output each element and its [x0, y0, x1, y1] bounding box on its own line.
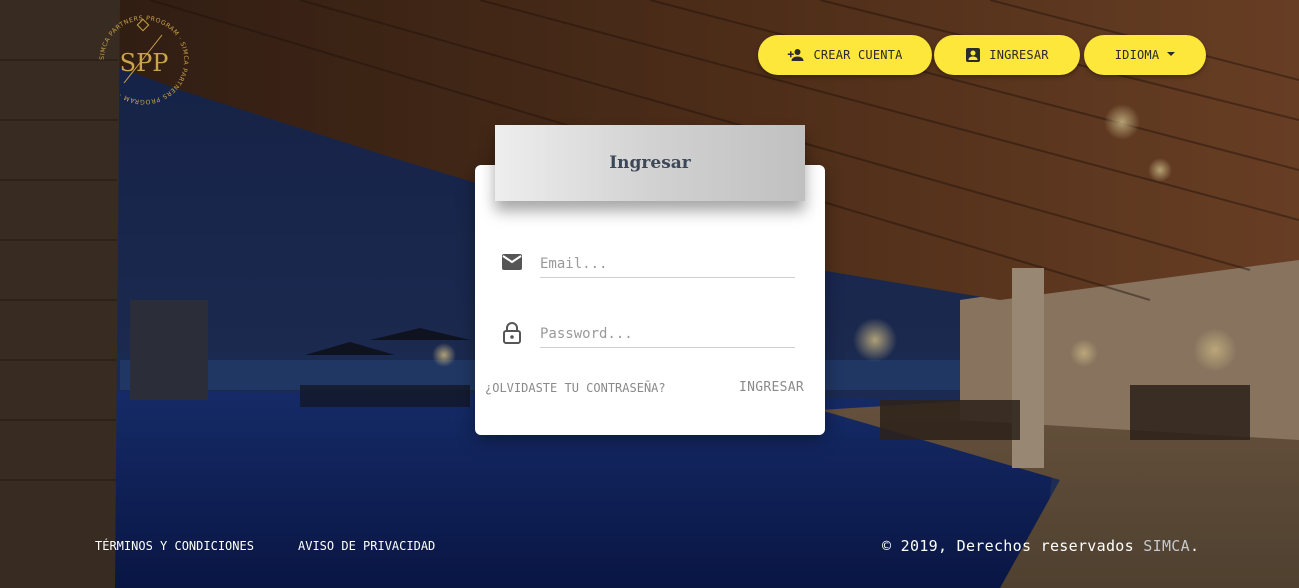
email-field-group	[500, 245, 795, 281]
copyright-suffix: .	[1189, 537, 1200, 555]
login-card-header: Ingresar	[495, 125, 805, 201]
password-field-group	[500, 315, 795, 351]
caret-down-icon	[1167, 51, 1176, 56]
email-input[interactable]	[540, 251, 795, 278]
ingresar-nav-button[interactable]: INGRESAR	[934, 35, 1080, 75]
idioma-dropdown[interactable]: IDIOMA	[1084, 35, 1206, 75]
terms-link[interactable]: TÉRMINOS Y CONDICIONES	[95, 539, 254, 553]
forgot-password-link[interactable]: ¿OLVIDASTE TU CONTRASEÑA?	[485, 381, 666, 395]
privacy-link[interactable]: AVISO DE PRIVACIDAD	[298, 539, 435, 553]
lock-icon	[503, 322, 521, 344]
person-add-icon	[788, 49, 804, 61]
ingresar-nav-label: INGRESAR	[989, 48, 1049, 62]
header-nav: CREAR CUENTA INGRESAR IDIOMA	[758, 35, 1206, 75]
logo-initials: SPP	[120, 49, 169, 77]
ingresar-submit-button[interactable]: INGRESAR	[739, 380, 804, 395]
account-box-icon	[966, 48, 981, 62]
spp-logo[interactable]: SIMCA PARTNERS PROGRAM · SIMCA PARTNERS …	[94, 15, 194, 105]
mail-icon	[502, 254, 522, 270]
idioma-label: IDIOMA	[1114, 48, 1160, 62]
copyright: © 2019, Derechos reservados SIMCA.	[882, 537, 1199, 555]
password-input[interactable]	[540, 321, 795, 348]
copyright-text: © 2019, Derechos reservados	[882, 537, 1134, 555]
crear-cuenta-label: CREAR CUENTA	[813, 48, 903, 62]
login-title: Ingresar	[609, 153, 691, 173]
copyright-brand-link[interactable]: SIMCA	[1143, 537, 1190, 555]
crear-cuenta-button[interactable]: CREAR CUENTA	[758, 35, 932, 75]
